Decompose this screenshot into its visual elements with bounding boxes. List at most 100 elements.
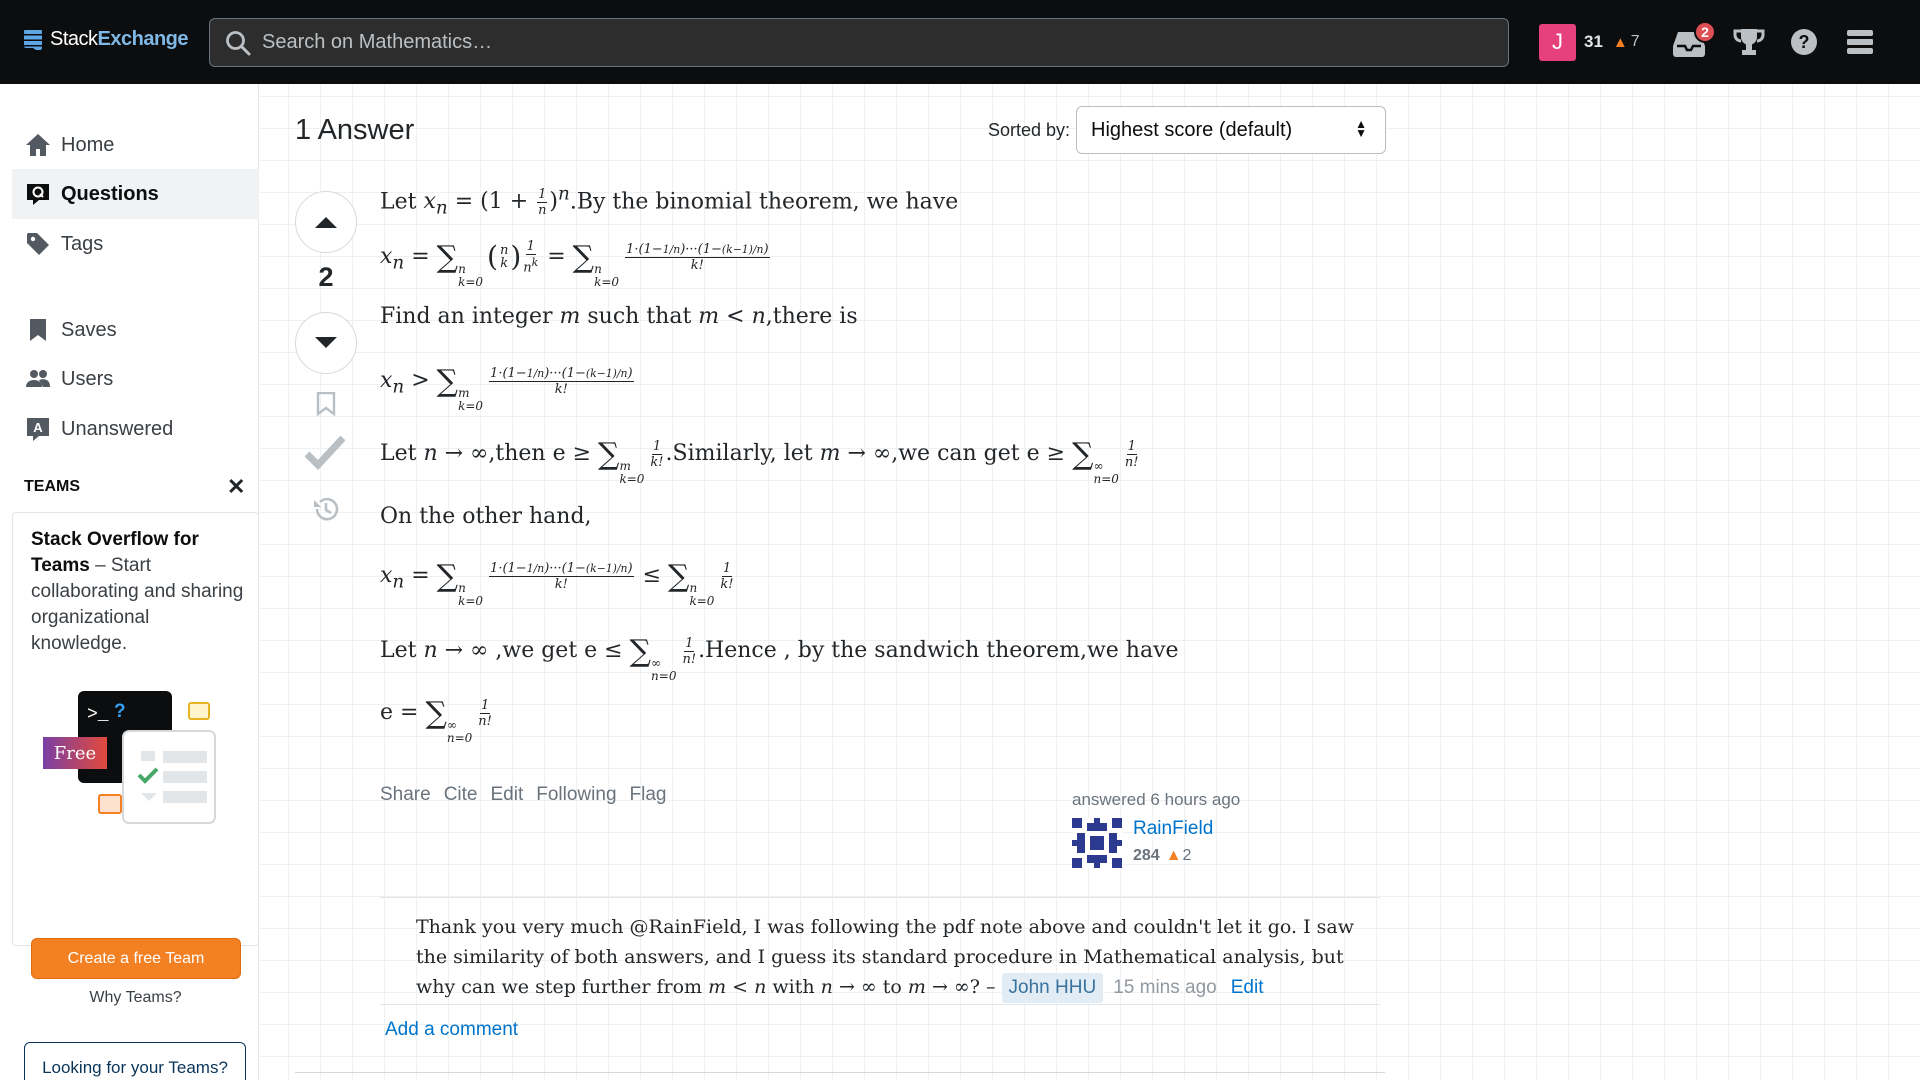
answer-paragraph: Let n → ∞,then e ≥ ∑ m k=0 1 k! .Similarly, l… (380, 437, 1139, 486)
answer-divider (295, 1072, 1385, 1073)
top-bar: StackExchange J 31 ▲7 2 ? (0, 0, 1920, 84)
answer-text: e (380, 700, 401, 725)
arrow-down-icon (315, 337, 337, 348)
bookmark-icon (30, 319, 46, 341)
reputation-count: 31 (1584, 32, 1603, 51)
questions-icon (27, 184, 49, 205)
math-expression: xn = ∑ n k=0(n k) 1 nk = ∑ n k=0 1·(1−1/n)···(1−… (380, 239, 770, 290)
comment-text: ? – (969, 976, 1002, 998)
accepted-check-icon (305, 435, 345, 470)
achievements-icon[interactable] (1733, 27, 1765, 57)
sidebar-item-questions[interactable]: Questions (12, 169, 259, 219)
users-icon (26, 370, 50, 387)
add-comment-link[interactable]: Add a comment (385, 1019, 518, 1041)
comment-edit-link[interactable]: Edit (1231, 977, 1264, 998)
comment-text: with (766, 976, 821, 998)
close-icon[interactable]: ✕ (227, 474, 245, 500)
search-box[interactable] (209, 18, 1509, 67)
sidebar-item-label: Saves (61, 318, 117, 341)
search-input[interactable] (262, 31, 1462, 54)
svg-text:>_: >_ (87, 705, 109, 725)
unanswered-icon: A (27, 418, 49, 441)
answer-text: ,then e (488, 441, 573, 466)
flag-link[interactable]: Flag (630, 784, 667, 806)
svg-text:A: A (33, 420, 43, 435)
bronze-badge-count: 7 (1630, 33, 1640, 50)
sort-select-value: Highest score (default) (1091, 118, 1293, 141)
user-name-link[interactable]: RainField (1133, 818, 1213, 840)
answer-text: .Similarly, let (665, 441, 820, 466)
vote-count: 2 (318, 262, 334, 292)
create-team-button[interactable]: Create a free Team (31, 938, 241, 979)
comments-section: Thank you very much @RainField, I was fo… (380, 897, 1380, 1003)
site-switcher-icon[interactable] (1846, 29, 1874, 55)
answer-text: ,there is (765, 304, 858, 329)
answer-paragraph: On the other hand, (380, 504, 592, 529)
bookmark-icon[interactable] (316, 392, 336, 416)
comment-time[interactable]: 15 mins ago (1113, 977, 1217, 998)
answer-paragraph: Let n → ∞ ,we get e ≤ ∑ ∞ n=0 1 n! .Hence , b… (380, 634, 1179, 683)
sort-caret-icon: ▲ ▼ (1355, 117, 1367, 140)
answer-text: .By the binomial theorem, we have (569, 189, 959, 215)
edit-link[interactable]: Edit (491, 784, 524, 806)
sidebar-item-label: Home (61, 133, 115, 156)
bronze-badge-icon: ▲ (1612, 33, 1628, 51)
stackexchange-logo[interactable]: Stack Exchange (24, 28, 189, 51)
user-reputation: 284 ▲2 (1133, 847, 1191, 865)
left-sidebar: Home Questions Tags Saves Users A Unansw… (0, 84, 259, 1080)
comment-text: to (876, 976, 908, 998)
logo-exchange-text: Exchange (97, 28, 189, 50)
answer-text: such that (580, 304, 699, 329)
bronze-badge-icon: ▲ (1165, 847, 1182, 864)
sorted-by-label: Sorted by: (988, 120, 1071, 140)
looking-for-teams-button[interactable]: Looking for your Teams? (24, 1042, 246, 1080)
sidebar-item-label: Questions (61, 182, 159, 205)
answer-text: Let (380, 189, 424, 215)
user-card[interactable]: J 31 ▲ 7 (1539, 21, 1640, 63)
answer-text: Find an integer (380, 304, 560, 329)
arrow-up-icon (315, 217, 337, 228)
following-link[interactable]: Following (536, 784, 616, 806)
free-badge: Free (43, 737, 107, 769)
answer-paragraph: Let xn = (1 + 1 n)n.By the binomial theor… (380, 184, 958, 219)
history-icon[interactable] (311, 494, 341, 524)
sidebar-item-label: Tags (61, 232, 104, 255)
sort-select[interactable]: Highest score (default) ▲ ▼ (1076, 106, 1386, 154)
teams-heading: TEAMS (24, 478, 80, 495)
sidebar-item-saves[interactable]: Saves (12, 305, 259, 355)
logo-stack-text: Stack (50, 28, 98, 50)
sidebar-item-label: Users (61, 367, 114, 390)
share-link[interactable]: Share (380, 784, 431, 806)
search-icon (226, 30, 251, 55)
sidebar-item-users[interactable]: Users (12, 354, 259, 404)
math-expression: xn > ∑ m k=0 1·(1−1/n)···(1−(k−1)/n) k! (380, 364, 634, 413)
downvote-button[interactable] (295, 312, 357, 374)
comment-user-link[interactable]: John HHU (1001, 973, 1104, 1003)
sidebar-item-unanswered[interactable]: A Unanswered (12, 404, 259, 454)
math-expression: e = ∑ ∞ n=0 1 n! (380, 696, 492, 745)
comment: Thank you very much @RainField, I was fo… (416, 912, 1376, 1003)
sidebar-item-home[interactable]: Home (12, 120, 259, 170)
post-menu: Share Cite Edit Following Flag (380, 784, 666, 806)
stackexchange-logo-icon (24, 29, 42, 50)
home-icon (26, 134, 50, 156)
why-teams-link[interactable]: Why Teams? (12, 989, 259, 1007)
avatar[interactable]: J (1539, 23, 1576, 61)
cite-link[interactable]: Cite (444, 784, 478, 806)
answer-text: ,we get e (488, 638, 605, 663)
upvote-button[interactable] (295, 191, 357, 253)
user-avatar[interactable] (1072, 818, 1122, 868)
user-rep-score: 284 (1133, 847, 1160, 864)
comment-divider (380, 1004, 1380, 1005)
teams-promo-card: Stack Overflow for Teams – Start collabo… (12, 512, 259, 979)
svg-text:?: ? (114, 701, 126, 722)
answered-time[interactable]: answered 6 hours ago (1072, 790, 1240, 810)
answer-text: Let (380, 638, 424, 663)
answer-paragraph: Find an integer m such that m < n,there … (380, 304, 858, 329)
sidebar-item-label: Unanswered (61, 417, 174, 440)
help-icon[interactable]: ? (1790, 28, 1818, 56)
inbox-badge: 2 (1694, 21, 1716, 43)
sidebar-item-tags[interactable]: Tags (12, 219, 259, 269)
answers-count-heading: 1 Answer (295, 114, 415, 146)
teams-promo-text: Stack Overflow for Teams – Start collabo… (31, 527, 246, 657)
